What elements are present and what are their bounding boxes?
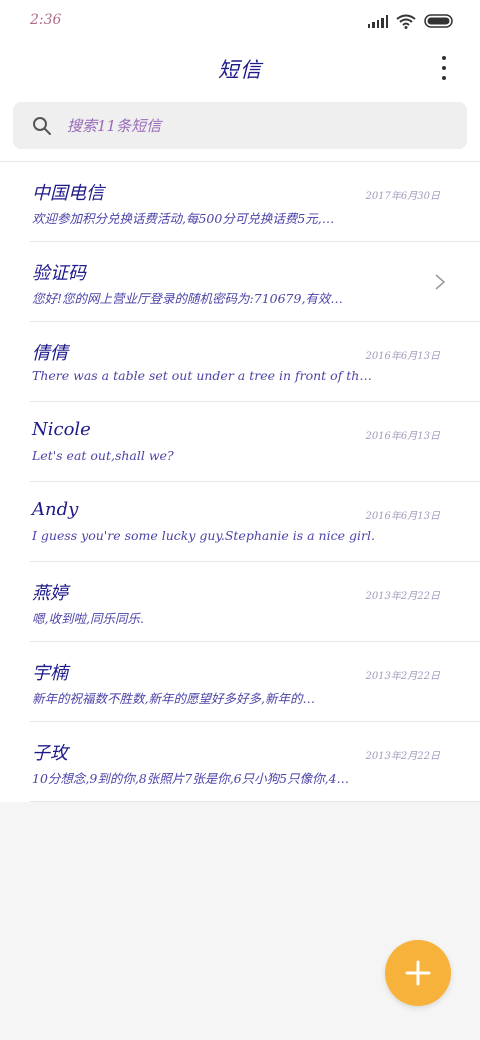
page-title: 短信 [218,58,262,82]
conversation-name: Nicole [32,419,91,440]
conversation-preview: 您好!您的网上营业厅登录的随机密码为:710679,有效… [32,291,343,306]
conversation-name: 倩倩 [32,343,68,364]
search-bar[interactable] [13,102,467,149]
status-bar: 2:36 [0,0,480,42]
conversation-item[interactable]: 宇楠 2013年2月22日新年的祝福数不胜数,新年的愿望好多好多,新年的… [30,642,480,722]
conversation-list: 中国电信 2017年6月30日欢迎参加积分兑换话费活动,每500分可兑换话费5元,… [0,162,480,802]
conversation-preview: I guess you're some lucky guy.Stephanie … [32,528,375,543]
conversation-name: 宇楠 [32,663,68,684]
conversation-name: 子玫 [32,743,68,764]
conversation-preview: 10分想念,9到的你,8张照片7张是你,6只小狗5只像你,4… [32,771,350,786]
conversation-item[interactable]: 中国电信 2017年6月30日欢迎参加积分兑换话费活动,每500分可兑换话费5元,… [30,162,480,242]
battery-icon [424,14,453,28]
plus-icon [405,960,431,986]
conversation-preview: There was a table set out under a tree i… [32,368,372,383]
conversation-date: 2017年6月30日 [365,191,440,202]
main-panel: 2:36 短信 中国电 [0,0,480,802]
status-time: 2:36 [30,12,62,28]
conversation-date: 2013年2月22日 [365,591,440,602]
conversation-item[interactable]: Andy 2016年6月13日 I guess you're some lucky … [30,482,480,562]
chevron-right-icon [435,274,446,290]
status-icons [367,13,455,29]
conversation-preview: 欢迎参加积分兑换话费活动,每500分可兑换话费5元,… [32,211,335,226]
wifi-icon [396,14,416,29]
conversation-item[interactable]: 验证码您好!您的网上营业厅登录的随机密码为:710679,有效… [30,242,480,322]
app-header: 短信 [0,42,480,92]
conversation-item[interactable]: 子玫 2013年2月22日 10分想念,9到的你,8张照片7张是你,6只小狗5只像你… [30,722,480,802]
new-message-button[interactable] [385,940,451,1006]
conversation-item[interactable]: 燕婷 2013年2月22日嗯,收到啦,同乐同乐. [30,562,480,642]
conversation-preview: 新年的祝福数不胜数,新年的愿望好多好多,新年的… [32,691,315,706]
conversation-date: 2013年2月22日 [365,751,440,762]
conversation-name: 燕婷 [32,583,68,604]
conversation-item[interactable]: Nicole 2016年6月13日 Let's eat out,shall we? [30,402,480,482]
conversation-date: 2016年6月13日 [365,511,440,522]
search-input[interactable] [67,102,447,149]
conversation-name: 验证码 [32,263,86,284]
conversation-date: 2013年2月22日 [365,671,440,682]
conversation-date: 2016年6月13日 [365,431,440,442]
conversation-item[interactable]: 倩倩 2016年6月13日 There was a table set out un… [30,322,480,402]
conversation-preview: Let's eat out,shall we? [32,448,174,463]
more-vert-icon[interactable] [434,56,454,80]
conversation-name: Andy [32,499,79,520]
conversation-date: 2016年6月13日 [365,351,440,362]
conversation-name: 中国电信 [32,183,104,204]
conversation-preview: 嗯,收到啦,同乐同乐. [32,611,144,626]
search-icon [33,117,51,135]
signal-icon [367,14,388,28]
